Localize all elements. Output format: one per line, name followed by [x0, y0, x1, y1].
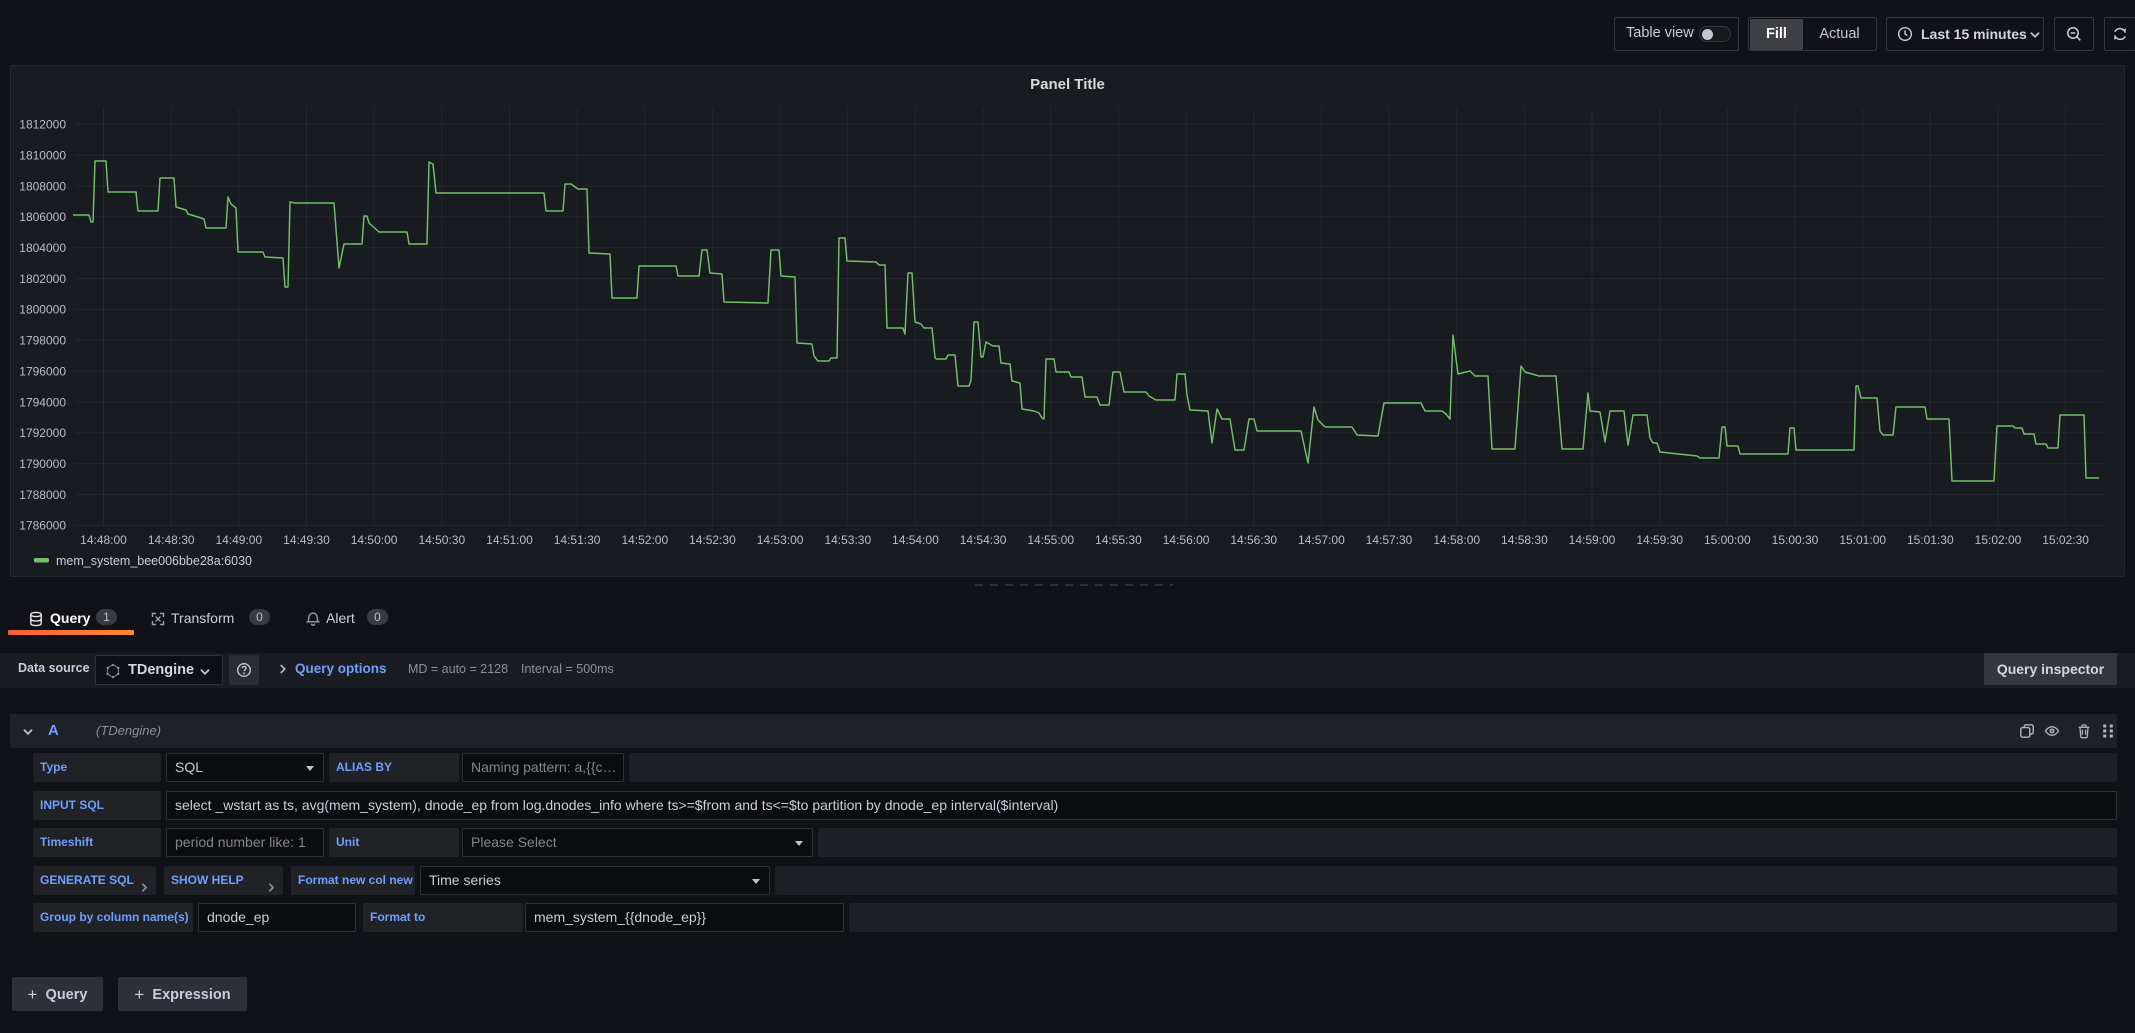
svg-text:14:56:30: 14:56:30	[1230, 533, 1277, 547]
svg-text:15:02:30: 15:02:30	[2042, 533, 2089, 547]
svg-text:14:54:00: 14:54:00	[892, 533, 939, 547]
svg-text:14:56:00: 14:56:00	[1163, 533, 1210, 547]
svg-text:14:52:30: 14:52:30	[689, 533, 736, 547]
svg-text:1802000: 1802000	[19, 272, 66, 286]
svg-text:1810000: 1810000	[19, 149, 66, 163]
svg-text:15:02:00: 15:02:00	[1975, 533, 2022, 547]
svg-text:15:00:30: 15:00:30	[1772, 533, 1819, 547]
svg-text:14:59:00: 14:59:00	[1569, 533, 1616, 547]
svg-text:1792000: 1792000	[19, 426, 66, 440]
svg-text:14:48:30: 14:48:30	[148, 533, 195, 547]
svg-text:14:58:30: 14:58:30	[1501, 533, 1548, 547]
svg-text:14:48:00: 14:48:00	[80, 533, 127, 547]
svg-text:15:00:00: 15:00:00	[1704, 533, 1751, 547]
svg-text:1798000: 1798000	[19, 334, 66, 348]
svg-text:14:49:30: 14:49:30	[283, 533, 330, 547]
svg-text:mem_system_bee006bbe28a:6030: mem_system_bee006bbe28a:6030	[56, 554, 252, 568]
svg-text:1786000: 1786000	[19, 519, 66, 533]
svg-text:14:55:30: 14:55:30	[1095, 533, 1142, 547]
svg-text:14:51:00: 14:51:00	[486, 533, 533, 547]
svg-text:14:57:00: 14:57:00	[1298, 533, 1345, 547]
svg-text:14:55:00: 14:55:00	[1027, 533, 1074, 547]
svg-text:1794000: 1794000	[19, 395, 66, 409]
svg-text:1790000: 1790000	[19, 457, 66, 471]
svg-text:14:53:30: 14:53:30	[824, 533, 871, 547]
svg-text:14:49:00: 14:49:00	[215, 533, 262, 547]
svg-text:14:51:30: 14:51:30	[554, 533, 601, 547]
svg-text:14:53:00: 14:53:00	[757, 533, 804, 547]
svg-text:1804000: 1804000	[19, 241, 66, 255]
svg-text:15:01:30: 15:01:30	[1907, 533, 1954, 547]
svg-text:15:01:00: 15:01:00	[1839, 533, 1886, 547]
svg-text:14:54:30: 14:54:30	[960, 533, 1007, 547]
svg-text:14:58:00: 14:58:00	[1433, 533, 1480, 547]
svg-text:14:50:30: 14:50:30	[418, 533, 465, 547]
svg-text:14:52:00: 14:52:00	[621, 533, 668, 547]
svg-text:1806000: 1806000	[19, 210, 66, 224]
svg-text:14:57:30: 14:57:30	[1366, 533, 1413, 547]
svg-text:1796000: 1796000	[19, 364, 66, 378]
svg-text:1808000: 1808000	[19, 179, 66, 193]
svg-text:1788000: 1788000	[19, 488, 66, 502]
svg-text:14:59:30: 14:59:30	[1636, 533, 1683, 547]
svg-text:1812000: 1812000	[19, 118, 66, 132]
svg-text:1800000: 1800000	[19, 303, 66, 317]
svg-text:14:50:00: 14:50:00	[351, 533, 398, 547]
